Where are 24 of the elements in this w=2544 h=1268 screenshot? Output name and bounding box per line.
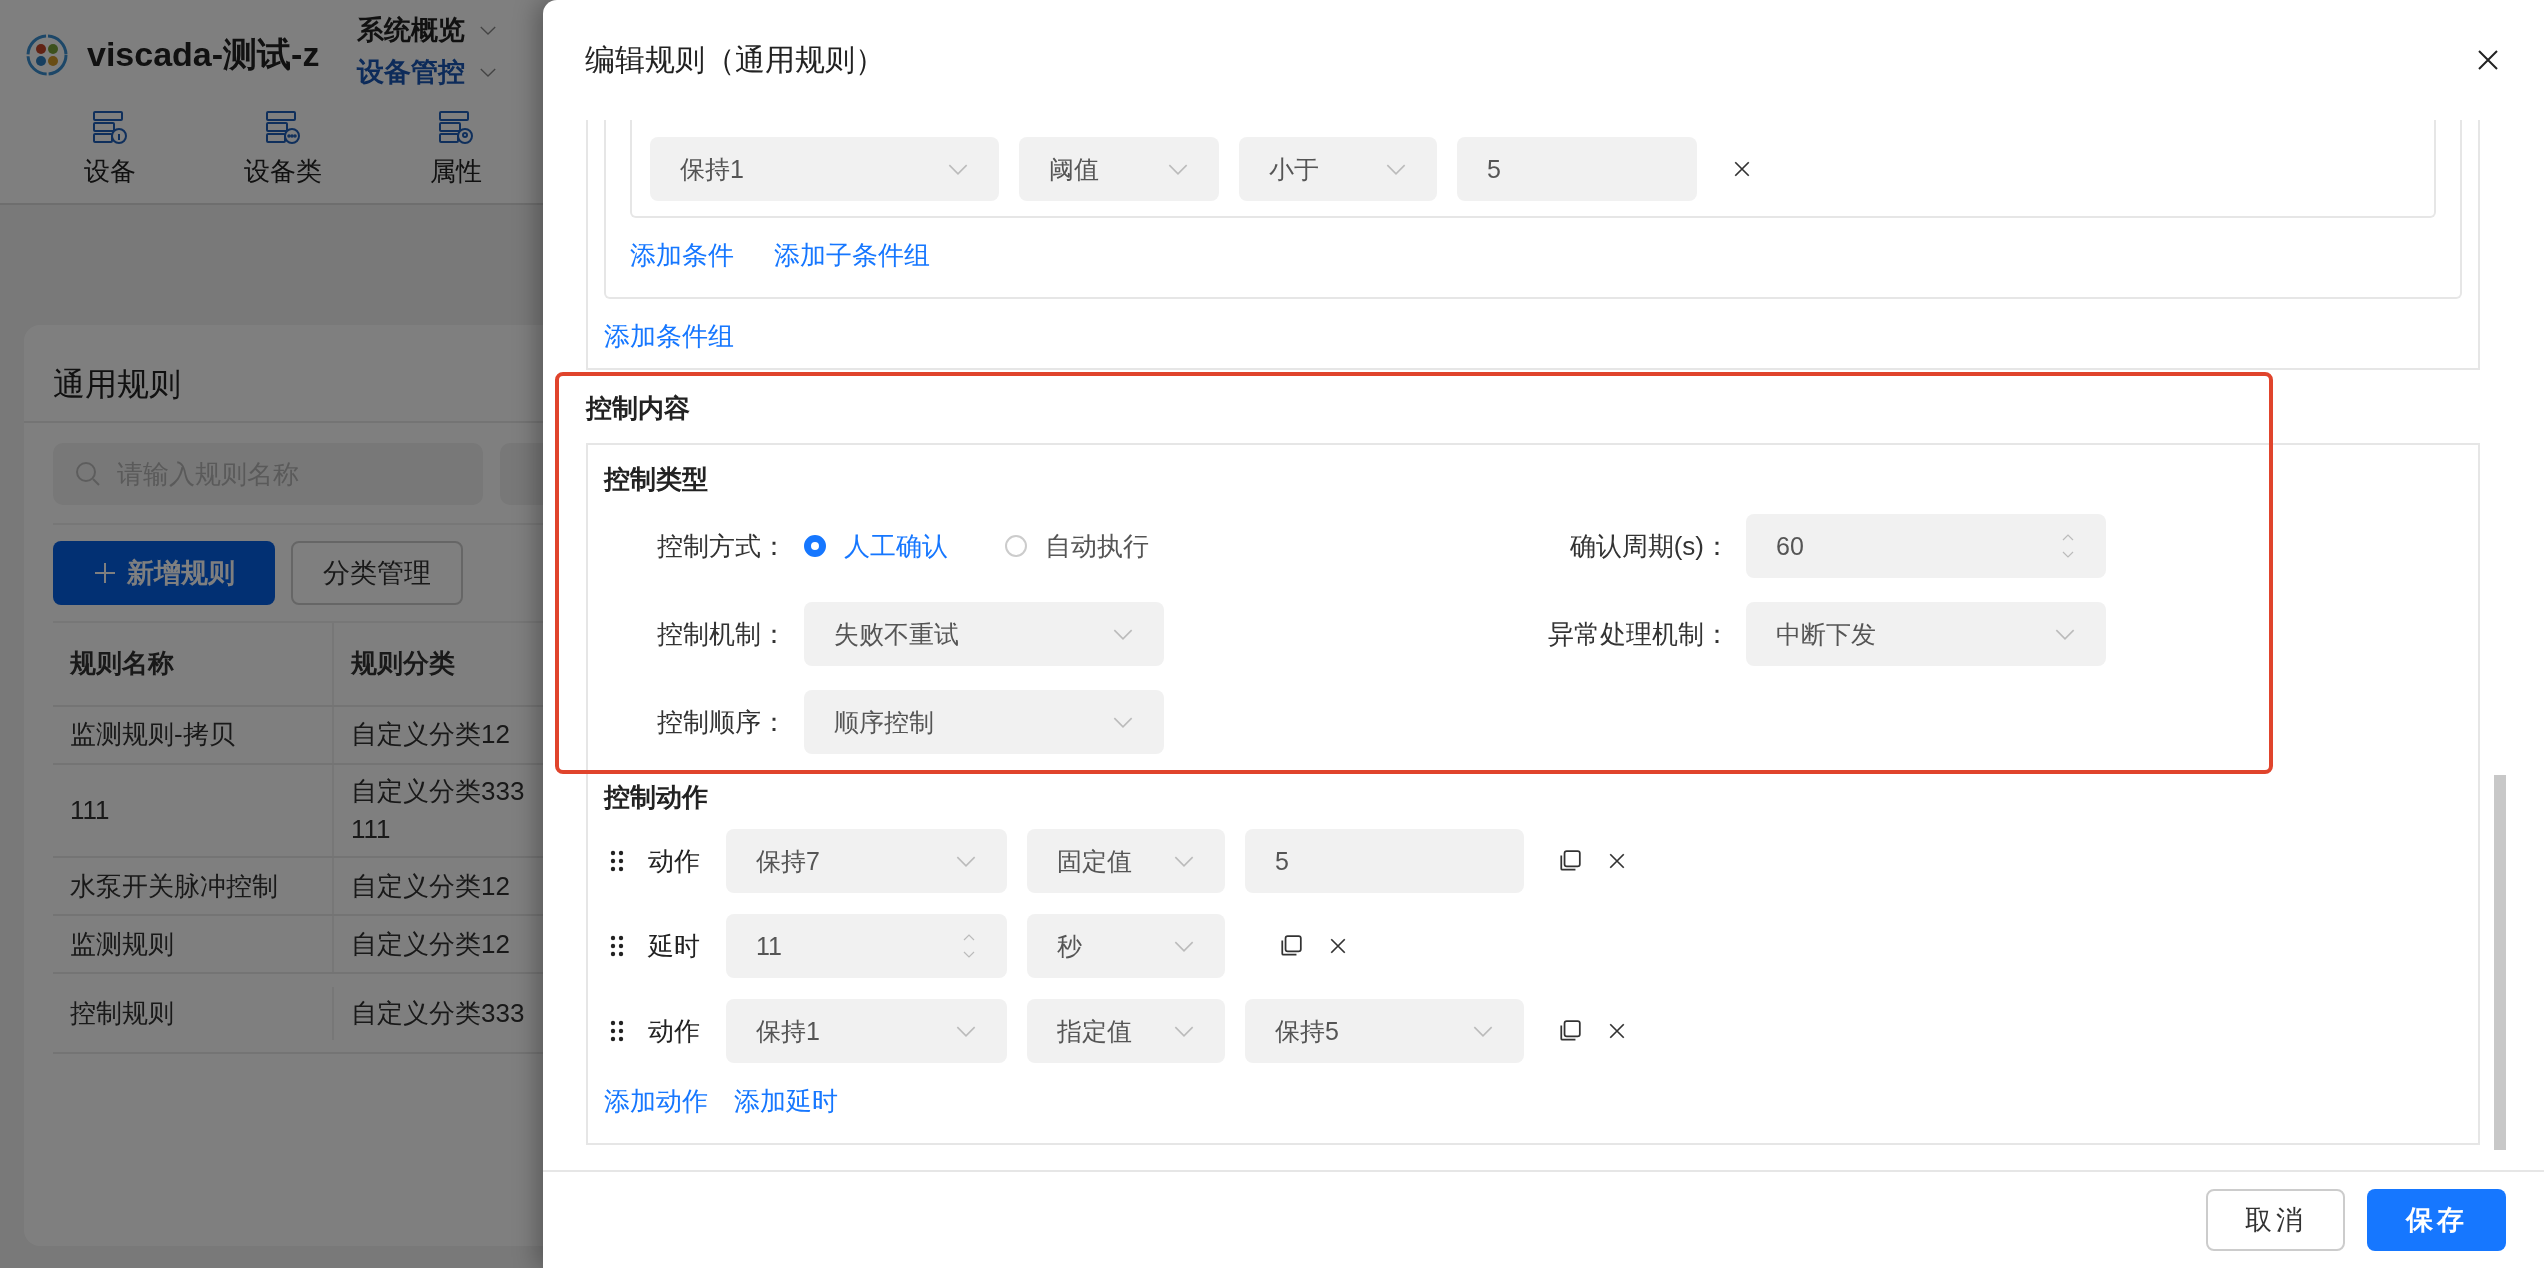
column-header: 规则名称 <box>53 623 334 705</box>
table-cell-text: 自定义分类333 <box>351 996 525 1030</box>
table-cell: 控制规则 <box>53 986 334 1041</box>
table-cell-text: 自定义分类12 <box>351 869 510 903</box>
section-heading: 控制动作 <box>604 781 709 814</box>
table-cell-text: 自定义分类333 111 <box>351 775 525 846</box>
table-cell: 水泵开关脉冲控制 <box>53 858 334 915</box>
table-cell: 111 <box>53 765 334 857</box>
app-title: viscada-测试-z <box>87 34 320 75</box>
field-label: 确认周期(s)： <box>1569 529 1730 563</box>
table-cell-text: 自定义分类12 <box>351 927 510 961</box>
field-label: 控制顺序： <box>656 705 787 739</box>
action-label: 动作 <box>648 844 700 878</box>
section-heading: 控制内容 <box>586 392 691 425</box>
table-cell: 监测规则-拷贝 <box>53 707 334 763</box>
section-heading: 控制类型 <box>604 463 709 496</box>
drawer-title: 编辑规则（通用规则） <box>585 41 885 78</box>
field-label: 控制方式： <box>656 529 787 563</box>
field-label: 异常处理机制： <box>1548 617 1730 651</box>
delay-label: 延时 <box>648 929 700 963</box>
table-cell-text: 自定义分类12 <box>351 718 510 752</box>
action-label: 动作 <box>648 1014 700 1048</box>
table-cell: 监测规则 <box>53 916 334 973</box>
field-label: 控制机制： <box>656 617 787 651</box>
